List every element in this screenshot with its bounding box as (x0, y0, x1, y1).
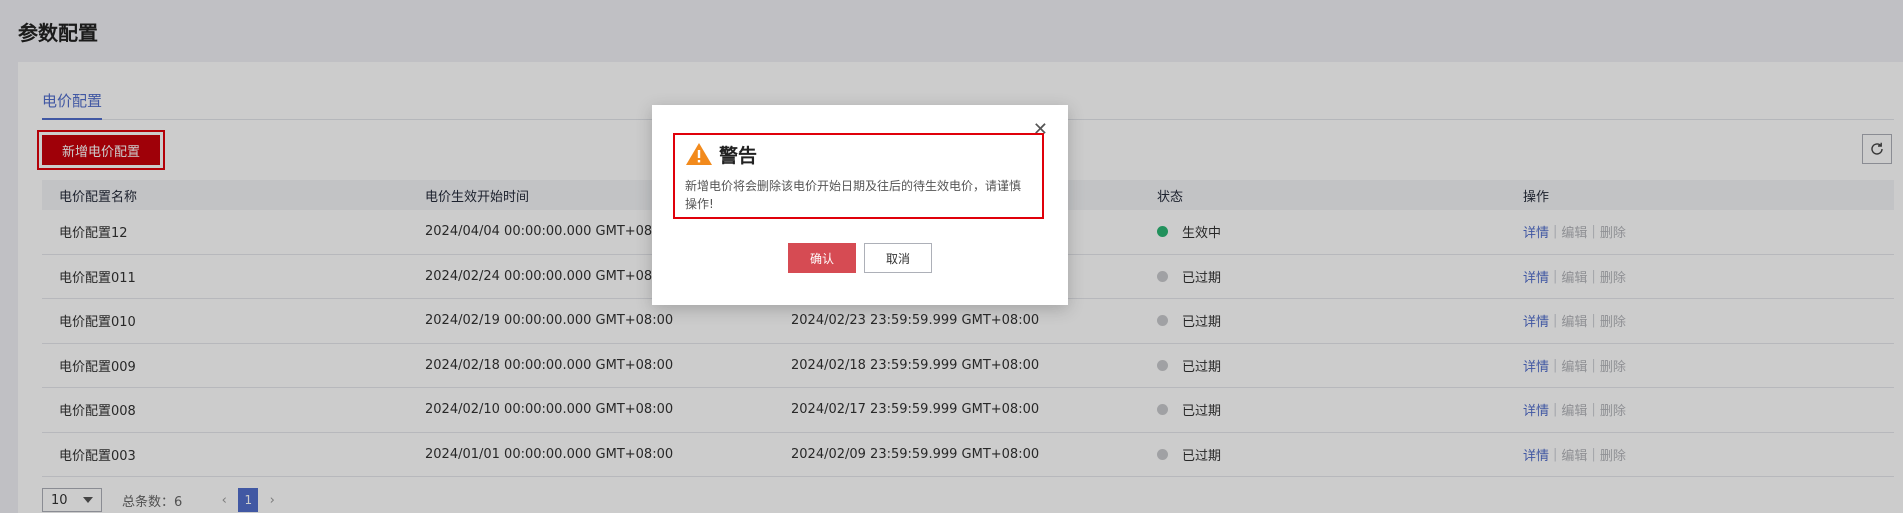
warning-content: 警告 新增电价将会删除该电价开始日期及往后的待生效电价，请谨慎操作! (673, 133, 1044, 219)
dialog-title-row: 警告 (685, 139, 1032, 169)
cancel-button[interactable]: 取消 (864, 243, 932, 273)
confirm-button[interactable]: 确认 (788, 243, 856, 273)
warning-icon (686, 143, 712, 165)
dialog-title: 警告 (719, 144, 758, 167)
dialog-message: 新增电价将会删除该电价开始日期及往后的待生效电价，请谨慎操作! (685, 179, 1022, 211)
warning-dialog: ✕ 警告 新增电价将会删除该电价开始日期及往后的待生效电价，请谨慎操作! 确认 … (652, 105, 1068, 305)
dialog-actions: 确认 取消 (652, 243, 1068, 273)
